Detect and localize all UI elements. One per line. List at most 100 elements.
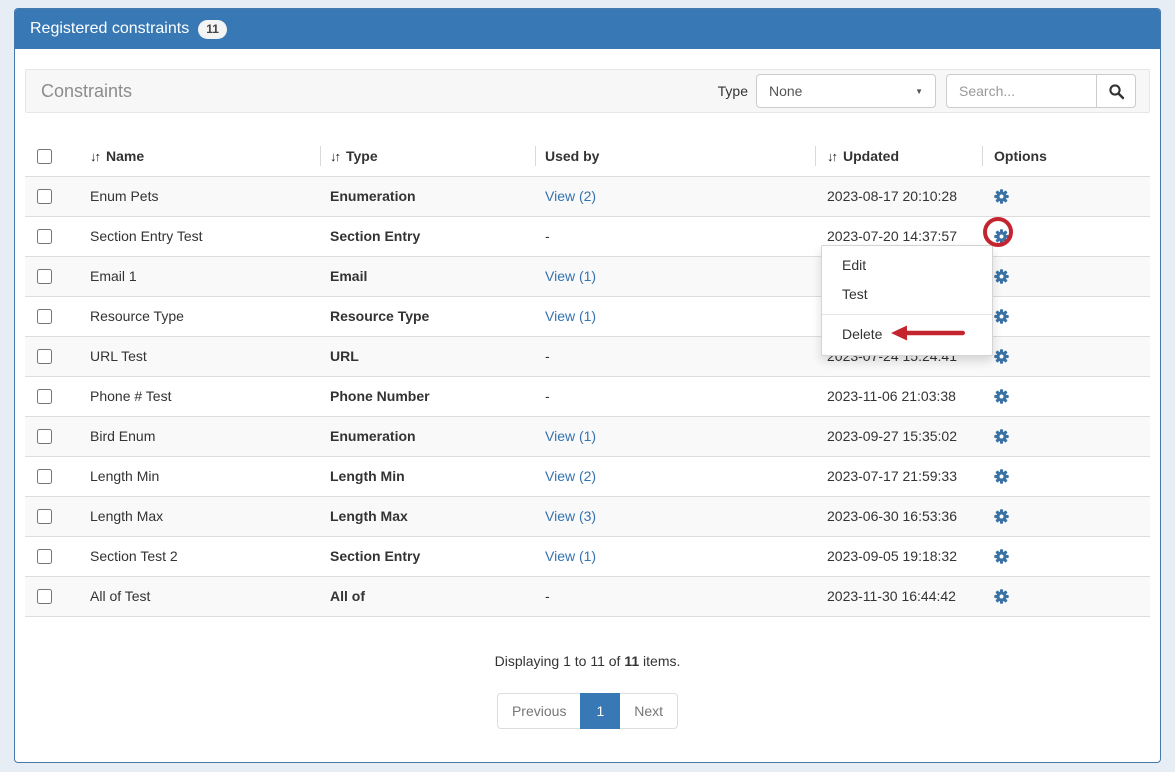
row-checkbox[interactable]: [37, 189, 52, 204]
row-options-button[interactable]: [994, 269, 1009, 284]
updated-timestamp: 2023-07-17 21:59:33: [815, 456, 982, 496]
row-checkbox[interactable]: [37, 469, 52, 484]
row-options-button[interactable]: [994, 429, 1009, 444]
row-options-button[interactable]: [994, 589, 1009, 604]
updated-timestamp: 2023-11-30 16:44:42: [815, 576, 982, 616]
constraint-type: Phone Number: [320, 376, 535, 416]
used-by-cell: View (1): [535, 256, 815, 296]
used-by-cell: -: [535, 336, 815, 376]
pagination-next-button[interactable]: Next: [620, 693, 678, 729]
search-group: [946, 74, 1136, 108]
row-checkbox[interactable]: [37, 509, 52, 524]
constraint-name: Resource Type: [80, 296, 320, 336]
menu-item-delete[interactable]: Delete: [822, 320, 992, 349]
panel-header: Registered constraints 11: [15, 9, 1160, 49]
row-select-cell: [25, 256, 80, 296]
gear-icon: [994, 589, 1009, 604]
menu-item-edit[interactable]: Edit: [822, 251, 992, 280]
row-checkbox[interactable]: [37, 349, 52, 364]
column-label: Name: [106, 148, 144, 164]
count-badge: 11: [198, 20, 227, 39]
search-input[interactable]: [946, 74, 1096, 108]
gear-icon: [994, 189, 1009, 204]
row-options-button[interactable]: [994, 189, 1009, 204]
constraint-name: Bird Enum: [80, 416, 320, 456]
constraint-type: Enumeration: [320, 176, 535, 216]
row-checkbox[interactable]: [37, 309, 52, 324]
column-header-updated[interactable]: ↓↑Updated: [815, 136, 982, 176]
gear-icon: [994, 269, 1009, 284]
row-checkbox[interactable]: [37, 269, 52, 284]
row-options-button[interactable]: [994, 469, 1009, 484]
gear-icon: [994, 349, 1009, 364]
row-checkbox[interactable]: [37, 549, 52, 564]
type-filter-select[interactable]: None ▼: [756, 74, 936, 108]
used-by-cell: -: [535, 576, 815, 616]
used-by-link[interactable]: View (2): [545, 188, 596, 204]
row-checkbox[interactable]: [37, 429, 52, 444]
table-row: Enum PetsEnumerationView (2)2023-08-17 2…: [25, 176, 1150, 216]
pagination-page-1-button[interactable]: 1: [580, 693, 620, 729]
updated-timestamp: 2023-11-06 21:03:38: [815, 376, 982, 416]
constraint-type: Enumeration: [320, 416, 535, 456]
column-label: Updated: [843, 148, 899, 164]
used-by-cell: View (2): [535, 456, 815, 496]
row-options-button[interactable]: [994, 349, 1009, 364]
constraint-type: URL: [320, 336, 535, 376]
used-by-cell: View (2): [535, 176, 815, 216]
summary-prefix: Displaying 1 to 11 of: [495, 653, 625, 669]
row-options-button[interactable]: [994, 389, 1009, 404]
summary-total: 11: [624, 653, 639, 669]
row-options-button[interactable]: [994, 229, 1009, 244]
used-by-link[interactable]: View (2): [545, 468, 596, 484]
gear-icon: [994, 389, 1009, 404]
constraint-type: All of: [320, 576, 535, 616]
menu-item-test[interactable]: Test: [822, 280, 992, 309]
options-cell: [982, 376, 1150, 416]
used-by-link[interactable]: View (1): [545, 268, 596, 284]
constraint-name: Section Test 2: [80, 536, 320, 576]
panel-title: Registered constraints: [30, 20, 189, 38]
pagination-previous-button[interactable]: Previous: [497, 693, 580, 729]
column-header-options: Options: [982, 136, 1150, 176]
used-by-link[interactable]: View (1): [545, 548, 596, 564]
table-row: Phone # TestPhone Number-2023-11-06 21:0…: [25, 376, 1150, 416]
constraint-type: Length Max: [320, 496, 535, 536]
options-cell: [982, 576, 1150, 616]
table-row: Length MinLength MinView (2)2023-07-17 2…: [25, 456, 1150, 496]
menu-divider: [822, 314, 992, 315]
summary-suffix: items.: [639, 653, 680, 669]
row-checkbox[interactable]: [37, 389, 52, 404]
constraint-name: Email 1: [80, 256, 320, 296]
row-options-button[interactable]: [994, 509, 1009, 524]
table-row: Section Test 2Section EntryView (1)2023-…: [25, 536, 1150, 576]
used-by-none: -: [545, 228, 550, 244]
row-select-cell: [25, 496, 80, 536]
search-button[interactable]: [1096, 74, 1136, 108]
column-header-name[interactable]: ↓↑Name: [80, 136, 320, 176]
table-toolbar: Constraints Type None ▼: [25, 69, 1150, 113]
row-options-button[interactable]: [994, 309, 1009, 324]
row-checkbox[interactable]: [37, 229, 52, 244]
constraints-table: ↓↑Name ↓↑Type Used by ↓↑Updated Options: [25, 136, 1150, 617]
constraint-type: Resource Type: [320, 296, 535, 336]
used-by-link[interactable]: View (1): [545, 428, 596, 444]
row-select-cell: [25, 216, 80, 256]
row-select-cell: [25, 576, 80, 616]
constraint-name: URL Test: [80, 336, 320, 376]
row-checkbox[interactable]: [37, 589, 52, 604]
table-body: Enum PetsEnumerationView (2)2023-08-17 2…: [25, 176, 1150, 616]
column-header-type[interactable]: ↓↑Type: [320, 136, 535, 176]
row-options-button[interactable]: [994, 549, 1009, 564]
options-cell: [982, 256, 1150, 296]
select-all-checkbox[interactable]: [37, 149, 52, 164]
constraint-name: Length Max: [80, 496, 320, 536]
used-by-link[interactable]: View (3): [545, 508, 596, 524]
gear-icon: [994, 229, 1009, 244]
options-cell: [982, 496, 1150, 536]
used-by-link[interactable]: View (1): [545, 308, 596, 324]
updated-timestamp: 2023-06-30 16:53:36: [815, 496, 982, 536]
row-select-cell: [25, 536, 80, 576]
updated-timestamp: 2023-09-05 19:18:32: [815, 536, 982, 576]
table-header-row: ↓↑Name ↓↑Type Used by ↓↑Updated Options: [25, 136, 1150, 176]
